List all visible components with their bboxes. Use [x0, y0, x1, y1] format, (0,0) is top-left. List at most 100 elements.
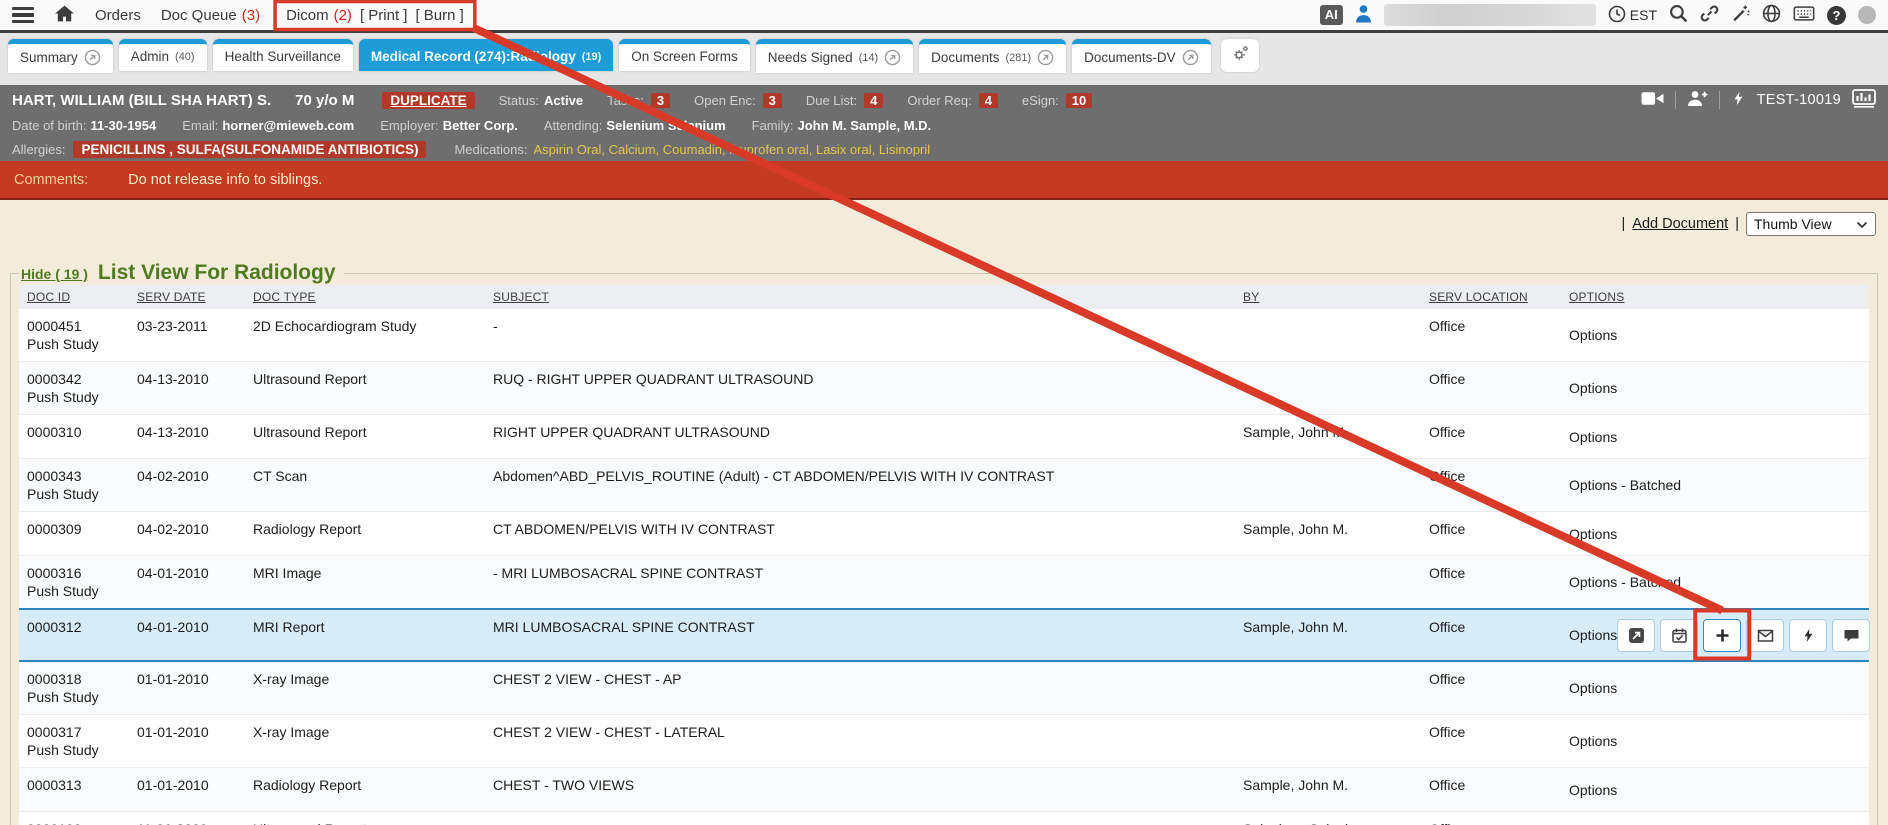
separator: | [1735, 216, 1739, 232]
open-document-button[interactable] [1617, 619, 1655, 652]
table-row[interactable]: 0000451Push Study03-23-20112D Echocardio… [19, 309, 1869, 362]
video-camera-icon[interactable] [1641, 91, 1664, 109]
add-document-link[interactable]: Add Document [1632, 216, 1728, 232]
table-row[interactable]: 000031301-01-2010Radiology ReportCHEST -… [19, 768, 1869, 812]
col-by[interactable]: BY [1235, 285, 1421, 309]
duplicate-badge[interactable]: DUPLICATE [382, 92, 474, 109]
add-button[interactable] [1703, 619, 1741, 652]
serv-location-cell: Office [1421, 362, 1561, 415]
tab-needs-signed[interactable]: Needs Signed (14) [756, 39, 913, 73]
tab-label: On Screen Forms [631, 49, 738, 64]
comment-button[interactable] [1832, 619, 1870, 652]
add-person-icon[interactable] [1687, 90, 1708, 110]
col-subject[interactable]: SUBJECT [485, 285, 1235, 309]
table-header-row: DOC ID SERV DATE DOC TYPE SUBJECT BY SER… [19, 285, 1869, 309]
options-link[interactable]: Options [1569, 525, 1617, 543]
tab-settings-button[interactable] [1221, 39, 1259, 72]
open-document-icon [1628, 627, 1645, 644]
table-row[interactable]: 0000342Push Study04-13-2010Ultrasound Re… [19, 362, 1869, 415]
table-row[interactable]: 0000317Push Study01-01-2010X-ray ImageCH… [19, 715, 1869, 768]
tab-on-screen-forms[interactable]: On Screen Forms [619, 39, 750, 71]
nav-orders[interactable]: Orders [95, 7, 141, 24]
options-link[interactable]: Options [1569, 732, 1617, 750]
table-row[interactable]: 000031004-13-2010Ultrasound ReportRIGHT … [19, 415, 1869, 459]
table-row[interactable]: 0000318Push Study01-01-2010X-ray ImageCH… [19, 661, 1869, 715]
help-icon[interactable]: ? [1827, 6, 1846, 25]
serv-date-cell: 04-13-2010 [129, 362, 245, 415]
status-value: Active [544, 93, 583, 108]
dicom-burn-button[interactable]: [ Burn ] [415, 7, 463, 24]
flowsheet-chart-icon[interactable] [1852, 89, 1876, 111]
patient-age-sex: 70 y/o M [295, 92, 354, 109]
serv-location-cell: Office [1421, 415, 1561, 459]
options-link[interactable]: Options - Batched [1569, 476, 1681, 494]
options-link[interactable]: Options - Batched [1569, 573, 1681, 591]
col-serv-location[interactable]: SERV LOCATION [1421, 285, 1561, 309]
globe-icon[interactable] [1762, 4, 1781, 26]
tab-summary[interactable]: Summary [8, 39, 113, 73]
topbar-right: AI EST ? [1320, 4, 1876, 26]
tab-documents[interactable]: Documents (281) [919, 39, 1066, 73]
doc-type-cell: Ultrasound Report [245, 812, 485, 825]
schedule-button[interactable] [1660, 619, 1698, 652]
dicom-print-button[interactable]: [ Print ] [360, 7, 408, 24]
options-link[interactable]: Options [1569, 781, 1617, 799]
options-cell: Options [1561, 715, 1869, 768]
subject-cell: CT ABDOMEN/PELVIS WITH IV CONTRAST [485, 512, 1235, 556]
by-cell [1235, 362, 1421, 415]
due-list-count-badge[interactable]: 4 [864, 93, 883, 108]
open-enc-count-badge[interactable]: 3 [763, 93, 782, 108]
link-icon[interactable] [1700, 4, 1719, 26]
email-button[interactable] [1746, 619, 1784, 652]
table-row[interactable]: 0000343Push Study04-02-2010CT ScanAbdome… [19, 459, 1869, 512]
hamburger-menu-icon[interactable] [12, 7, 34, 24]
col-serv-date[interactable]: SERV DATE [129, 285, 245, 309]
options-link[interactable]: Options [1569, 326, 1617, 344]
radiology-list-panel: Hide ( 19 ) List View For Radiology DOC … [10, 261, 1878, 825]
options-link[interactable]: Options [1569, 626, 1617, 644]
by-cell [1235, 309, 1421, 362]
order-req-count-badge[interactable]: 4 [979, 93, 998, 108]
redacted-username [1384, 4, 1596, 26]
magic-wand-icon[interactable] [1731, 4, 1750, 26]
tab-medical-record-radiology[interactable]: Medical Record (274):Radiology (19) [359, 39, 613, 71]
subject-cell: - [485, 309, 1235, 362]
esign-count-badge[interactable]: 10 [1066, 93, 1092, 108]
quick-sign-button[interactable] [1789, 619, 1827, 652]
options-link[interactable]: Options [1569, 379, 1617, 397]
user-icon[interactable] [1355, 4, 1372, 26]
col-options[interactable]: OPTIONS [1561, 285, 1869, 309]
table-row[interactable]: 000031204-01-2010MRI ReportMRI LUMBOSACR… [19, 609, 1869, 661]
quick-action-bolt-icon[interactable] [1731, 90, 1746, 110]
radiology-content: | Add Document | Thumb View Hide ( 19 ) … [0, 200, 1888, 825]
tab-admin[interactable]: Admin (40) [119, 39, 207, 71]
order-req-label: Order Req: [907, 93, 971, 108]
tab-health-surveillance[interactable]: Health Surveillance [213, 39, 353, 71]
nav-dicom[interactable]: Dicom (2) [286, 7, 352, 24]
options-cell: Options [1561, 609, 1869, 661]
table-row[interactable]: 0000316Push Study04-01-2010MRI Image- MR… [19, 556, 1869, 610]
options-link[interactable]: Options [1569, 428, 1617, 446]
timezone-indicator[interactable]: EST [1608, 5, 1657, 26]
tab-label: Needs Signed [768, 50, 853, 65]
col-doc-type[interactable]: DOC TYPE [245, 285, 485, 309]
view-mode-select[interactable]: Thumb View [1746, 212, 1876, 236]
doc-id-cell: 0000309 [19, 512, 129, 556]
serv-location-cell: Office [1421, 609, 1561, 661]
keyboard-icon[interactable] [1793, 6, 1815, 24]
tab-documents-dv[interactable]: Documents-DV [1072, 39, 1211, 73]
col-doc-id[interactable]: DOC ID [19, 285, 129, 309]
avatar[interactable] [1858, 6, 1876, 24]
search-icon[interactable] [1669, 4, 1688, 26]
home-button[interactable] [54, 4, 75, 27]
ai-badge[interactable]: AI [1320, 5, 1343, 25]
tab-count: (19) [582, 51, 602, 63]
hide-link[interactable]: Hide ( 19 ) [21, 266, 88, 282]
table-row[interactable]: 000019911-06-2009Ultrasound ReportSeleni… [19, 812, 1869, 825]
options-cell: Options [1561, 661, 1869, 715]
nav-doc-queue[interactable]: Doc Queue (3) [161, 7, 260, 24]
options-link[interactable]: Options [1569, 679, 1617, 697]
medications-label: Medications: [454, 142, 527, 157]
tasks-count-badge[interactable]: 3 [651, 93, 670, 108]
table-row[interactable]: 000030904-02-2010Radiology ReportCT ABDO… [19, 512, 1869, 556]
